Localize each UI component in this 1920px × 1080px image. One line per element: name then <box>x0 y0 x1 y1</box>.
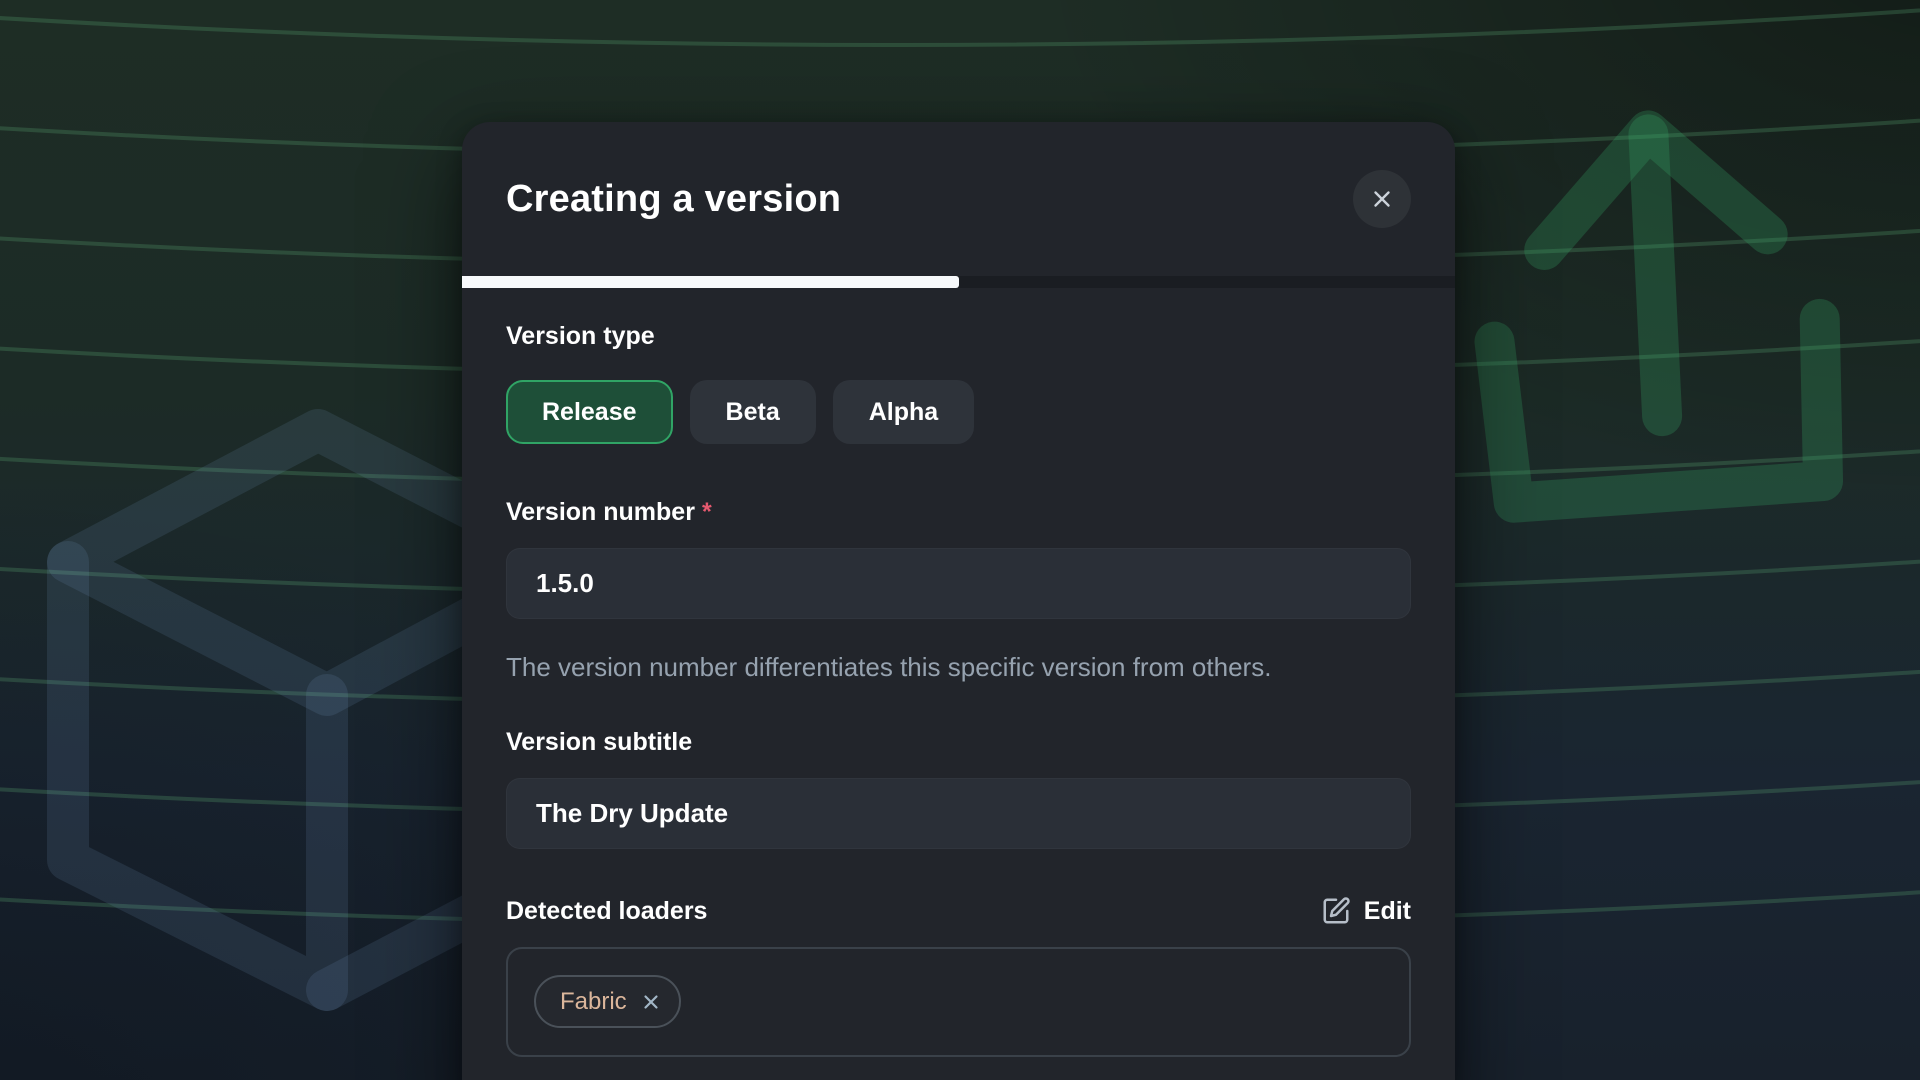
close-button[interactable] <box>1353 170 1411 228</box>
version-type-options: Release Beta Alpha <box>506 380 1411 444</box>
progress-track <box>462 276 1455 288</box>
version-subtitle-label: Version subtitle <box>506 727 1411 757</box>
version-type-release-button[interactable]: Release <box>506 380 673 444</box>
edit-icon <box>1321 896 1351 926</box>
modal-header: Creating a version <box>462 122 1455 276</box>
required-asterisk: * <box>702 498 712 526</box>
upload-icon <box>1481 119 1831 503</box>
detected-loaders-box: Fabric <box>506 947 1411 1057</box>
close-icon <box>1369 186 1395 212</box>
detected-loaders-label: Detected loaders <box>506 896 707 926</box>
version-number-label: Version number* <box>506 497 1411 527</box>
page-background: Creating a version Version type Release … <box>0 0 1920 1080</box>
modal-title: Creating a version <box>506 178 841 221</box>
version-number-field: Version number* The version number diffe… <box>506 497 1411 689</box>
version-subtitle-input[interactable] <box>506 778 1411 849</box>
version-number-help: The version number differentiates this s… <box>506 645 1351 689</box>
edit-loaders-button[interactable]: Edit <box>1321 896 1411 926</box>
create-version-modal: Creating a version Version type Release … <box>462 122 1455 1080</box>
detected-loaders-field: Detected loaders Edit Fabric <box>506 896 1411 1057</box>
version-type-field: Version type Release Beta Alpha <box>506 321 1411 444</box>
version-type-alpha-button[interactable]: Alpha <box>833 380 974 444</box>
detected-loaders-header: Detected loaders Edit <box>506 896 1411 926</box>
version-subtitle-field: Version subtitle <box>506 727 1411 849</box>
version-number-input[interactable] <box>506 548 1411 619</box>
modal-body: Version type Release Beta Alpha Version … <box>462 288 1455 1080</box>
edit-button-label: Edit <box>1364 897 1411 926</box>
version-type-label: Version type <box>506 321 1411 351</box>
progress-fill <box>462 276 959 288</box>
remove-loader-button[interactable] <box>640 991 662 1013</box>
loader-chip-label: Fabric <box>560 988 627 1016</box>
version-type-beta-button[interactable]: Beta <box>690 380 816 444</box>
loader-chip-fabric: Fabric <box>534 975 681 1028</box>
remove-icon <box>640 991 662 1013</box>
